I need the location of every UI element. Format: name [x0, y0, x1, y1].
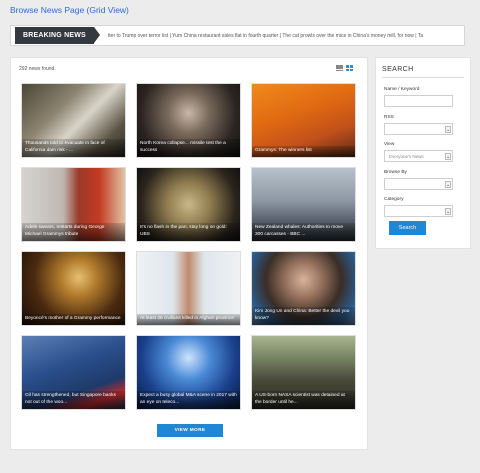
- rss-select[interactable]: ⌄: [384, 123, 453, 135]
- news-card[interactable]: New Zealand whales: Authorities to move …: [251, 167, 356, 242]
- rss-label: RSS: [384, 115, 394, 120]
- keyword-input[interactable]: [384, 95, 453, 107]
- category-label: Category: [384, 197, 404, 202]
- breaking-news-ticker: BREAKING NEWS tter to Trump over terror …: [10, 25, 465, 46]
- news-headline[interactable]: At least 26 civilians killed in Afghan p…: [137, 313, 240, 325]
- page-title: Browse News Page (Grid View): [10, 5, 129, 15]
- view-toggle: [336, 65, 353, 71]
- grid-view-icon[interactable]: [346, 65, 353, 71]
- ticker-headlines[interactable]: tter to Trump over terror list | Yum Chi…: [108, 33, 423, 39]
- news-card[interactable]: It's no flash in the pan; stay long on g…: [136, 167, 241, 242]
- news-headline[interactable]: Kim Jong Un and China: Better the devil …: [252, 307, 355, 325]
- search-button[interactable]: Search: [389, 221, 426, 235]
- browse-by-label: Browse By: [384, 170, 407, 175]
- news-headline[interactable]: Grammys: The winners list: [252, 145, 355, 157]
- news-card[interactable]: Kim Jong Un and China: Better the devil …: [251, 251, 356, 326]
- news-card[interactable]: Expect a busy global M&A scene in 2017 w…: [136, 335, 241, 410]
- chevron-down-icon: ⌄: [445, 208, 451, 215]
- news-headline[interactable]: Adele swears, restarts during George Mic…: [22, 223, 125, 241]
- news-headline[interactable]: It's no flash in the pan; stay long on g…: [137, 223, 240, 241]
- news-card[interactable]: A US-born NASA scientist was detained at…: [251, 335, 356, 410]
- chevron-down-icon: ⌄: [445, 126, 451, 133]
- view-select-value: Everyone's News: [389, 153, 424, 159]
- news-card[interactable]: Grammys: The winners list: [251, 83, 356, 158]
- news-headline[interactable]: New Zealand whales: Authorities to move …: [252, 223, 355, 241]
- news-grid: Thousands told to evacuate in face of Ca…: [21, 83, 356, 410]
- search-sidebar: SEARCH Name / Keyword RSS ⌄ View Everyon…: [375, 57, 471, 249]
- news-card[interactable]: Thousands told to evacuate in face of Ca…: [21, 83, 126, 158]
- news-card[interactable]: At least 26 civilians killed in Afghan p…: [136, 251, 241, 326]
- news-card[interactable]: Adele swears, restarts during George Mic…: [21, 167, 126, 242]
- news-grid-panel: 292 news found. Thousands told to evacua…: [10, 57, 368, 450]
- news-headline[interactable]: Beyoncé's mother of a Grammy performance: [22, 313, 125, 325]
- results-count: 292 news found.: [19, 66, 56, 72]
- view-select[interactable]: Everyone's News ⌄: [384, 150, 453, 162]
- news-card[interactable]: Beyoncé's mother of a Grammy performance: [21, 251, 126, 326]
- news-card[interactable]: North Korea collapse... missile test the…: [136, 83, 241, 158]
- news-headline[interactable]: Oil has strengthened, but Singapore bank…: [22, 391, 125, 409]
- category-select[interactable]: ⌄: [384, 205, 453, 217]
- sidebar-title: SEARCH: [382, 66, 414, 73]
- breaking-news-label: BREAKING NEWS: [15, 27, 100, 44]
- chevron-down-icon: ⌄: [445, 153, 451, 160]
- view-more-button[interactable]: VIEW MORE: [157, 424, 223, 437]
- view-label: View: [384, 142, 395, 147]
- news-headline[interactable]: Expect a busy global M&A scene in 2017 w…: [137, 391, 240, 409]
- keyword-label: Name / Keyword: [384, 87, 420, 92]
- sidebar-divider: [382, 77, 464, 78]
- list-view-icon[interactable]: [336, 65, 343, 71]
- browse-by-select[interactable]: ⌄: [384, 178, 453, 190]
- news-headline[interactable]: North Korea collapse... missile test the…: [137, 139, 240, 157]
- news-headline[interactable]: A US-born NASA scientist was detained at…: [252, 391, 355, 409]
- news-headline[interactable]: Thousands told to evacuate in face of Ca…: [22, 139, 125, 157]
- chevron-down-icon: ⌄: [445, 181, 451, 188]
- news-card[interactable]: Oil has strengthened, but Singapore bank…: [21, 335, 126, 410]
